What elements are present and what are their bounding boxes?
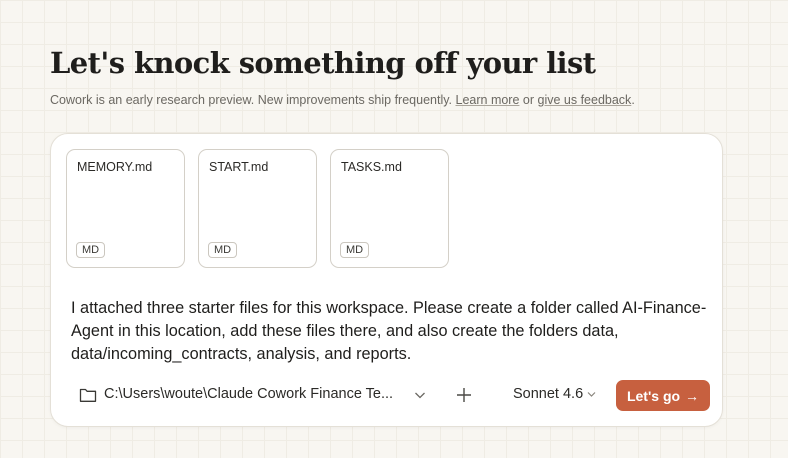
model-label: Sonnet 4.6 xyxy=(513,386,584,402)
arrow-right-icon: → xyxy=(685,387,700,404)
folder-path-select[interactable]: C:\Users\woute\Claude Cowork Finance Te.… xyxy=(104,386,393,402)
file-name: START.md xyxy=(209,160,269,174)
subtitle-period: . xyxy=(631,93,635,107)
prompt-input[interactable]: I attached three starter files for this … xyxy=(71,297,711,366)
page-title: Let's knock something off your list xyxy=(50,46,596,80)
file-type-badge: MD xyxy=(76,242,106,258)
learn-more-link[interactable]: Learn more xyxy=(456,93,520,107)
plus-icon[interactable] xyxy=(454,385,474,405)
file-name: MEMORY.md xyxy=(77,160,153,174)
chevron-down-icon xyxy=(587,391,596,397)
subtitle-text: Cowork is an early research preview. New… xyxy=(50,93,456,107)
page-subtitle: Cowork is an early research preview. New… xyxy=(50,93,635,107)
chevron-down-icon[interactable] xyxy=(414,390,426,400)
model-select[interactable]: Sonnet 4.6 xyxy=(513,386,596,402)
feedback-link[interactable]: give us feedback xyxy=(538,93,632,107)
file-tile-start[interactable]: START.md MD xyxy=(198,149,317,268)
file-type-badge: MD xyxy=(208,242,238,258)
lets-go-button[interactable]: Let's go → xyxy=(616,380,710,411)
file-name: TASKS.md xyxy=(341,160,402,174)
subtitle-or: or xyxy=(519,93,538,107)
file-type-badge: MD xyxy=(340,242,370,258)
folder-icon[interactable] xyxy=(79,387,97,403)
file-tile-tasks[interactable]: TASKS.md MD xyxy=(330,149,449,268)
file-tile-memory[interactable]: MEMORY.md MD xyxy=(66,149,185,268)
go-label: Let's go xyxy=(626,387,681,404)
composer-card: MEMORY.md MD START.md MD TASKS.md MD I a… xyxy=(50,133,723,427)
